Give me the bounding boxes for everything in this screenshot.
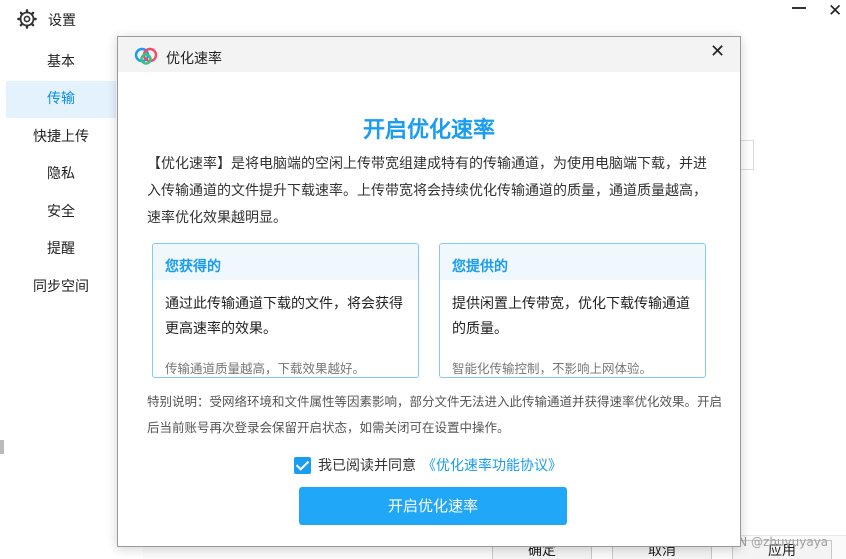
sidebar-item-security[interactable]: 安全	[6, 194, 116, 231]
dialog-description: 【优化速率】是将电脑端的空闲上传带宽组建成特有的传输通道，为使用电脑端下载，并进…	[147, 156, 707, 226]
window-edge-marker	[0, 440, 4, 454]
gear-icon	[17, 9, 37, 29]
settings-titlebar: 设置 ✕	[0, 0, 846, 36]
sidebar-item-quick-upload[interactable]: 快捷上传	[6, 119, 116, 156]
card-title: 您提供的	[452, 259, 508, 275]
benefit-card-provide: 您提供的 提供闲置上传带宽，优化下载传输通道的质量。 智能化传输控制，不影响上网…	[439, 243, 706, 378]
settings-close-button[interactable]: ✕	[828, 3, 842, 20]
agreement-row: 我已阅读并同意 《优化速率功能协议》	[294, 455, 562, 475]
sidebar-item-basic[interactable]: 基本	[6, 44, 116, 81]
sidebar-item-sync-space[interactable]: 同步空间	[6, 269, 116, 306]
cloud-logo-icon	[134, 47, 158, 65]
dialog-heading: 开启优化速率	[362, 118, 495, 143]
dialog-title: 优化速率	[166, 51, 222, 67]
sidebar-item-transfer[interactable]: 传输	[6, 81, 116, 118]
dialog-header: 优化速率 ✕	[118, 37, 740, 72]
card-body: 通过此传输通道下载的文件，将会获得更高速率的效果。	[165, 296, 403, 337]
sidebar-item-privacy[interactable]: 隐私	[6, 156, 116, 193]
card-footnote: 传输通道质量越高，下载效果越好。	[165, 361, 366, 376]
card-body: 提供闲置上传带宽，优化下载传输通道的质量。	[452, 296, 690, 337]
card-header: 您提供的	[440, 244, 705, 280]
enable-optimize-button[interactable]: 开启优化速率	[299, 487, 567, 525]
settings-title: 设置	[48, 13, 76, 29]
benefit-card-receive: 您获得的 通过此传输通道下载的文件，将会获得更高速率的效果。 传输通道质量越高，…	[152, 243, 419, 378]
card-footnote: 智能化传输控制，不影响上网体验。	[452, 361, 653, 376]
minimize-button[interactable]	[792, 0, 808, 16]
close-icon[interactable]: ✕	[710, 40, 725, 64]
card-title: 您获得的	[165, 259, 221, 275]
special-note: 特别说明：受网络环境和文件属性等因素影响，部分文件无法进入此传输通道并获得速率优…	[147, 394, 723, 435]
card-header: 您获得的	[153, 244, 418, 280]
sidebar-item-reminder[interactable]: 提醒	[6, 231, 116, 268]
agree-label: 我已阅读并同意	[318, 458, 416, 474]
agreement-link[interactable]: 《优化速率功能协议》	[422, 455, 562, 475]
agree-checkbox[interactable]	[294, 456, 311, 474]
settings-sidebar: 基本 传输 快捷上传 隐私 安全 提醒 同步空间	[6, 42, 116, 559]
optimize-speed-dialog: 优化速率 ✕ 开启优化速率 【优化速率】是将电脑端的空闲上传带宽组建成特有的传输…	[117, 36, 741, 547]
